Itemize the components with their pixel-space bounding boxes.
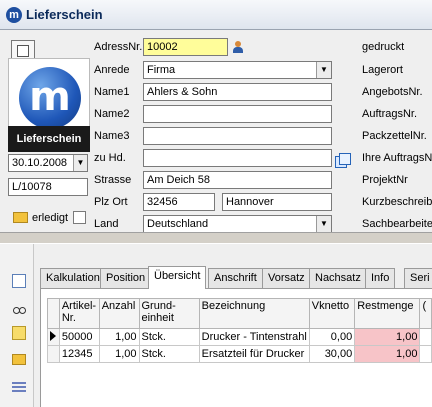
- row-selector[interactable]: [47, 328, 60, 346]
- erledigt-label: erledigt: [32, 212, 69, 224]
- document-header-form: m Lieferschein 30.10.2008 ▼ L/10078 erle…: [0, 30, 432, 233]
- name3-field[interactable]: [143, 127, 332, 145]
- column-header-restmenge[interactable]: Restmenge: [354, 298, 421, 329]
- lagerort-label: Lagerort: [362, 64, 403, 76]
- row-selector[interactable]: [47, 345, 60, 363]
- column-header-grundeinheit[interactable]: Grund- einheit: [138, 298, 200, 329]
- column-header-artikel-nr[interactable]: Artikel- Nr.: [58, 298, 100, 329]
- land-value: Deutschland: [147, 218, 209, 230]
- land-label: Land: [94, 218, 119, 230]
- chevron-down-icon[interactable]: ▼: [316, 216, 331, 232]
- positions-table: Artikel- Nr. Anzahl Grund- einheit Bezei…: [47, 298, 432, 363]
- land-select[interactable]: Deutschland ▼: [143, 215, 332, 233]
- column-header-next[interactable]: (: [419, 298, 432, 329]
- app-logo-icon: m: [6, 7, 22, 23]
- name2-label: Name2: [94, 108, 130, 120]
- gedruckt-label: gedruckt: [362, 41, 405, 53]
- anrede-select[interactable]: Firma ▼: [143, 61, 332, 79]
- kurzbeschreibung-label: Kurzbeschreib: [362, 196, 432, 208]
- zu-hd-label: zu Hd.: [94, 152, 126, 164]
- cell-next[interactable]: [419, 345, 432, 363]
- document-type-label: Lieferschein: [8, 126, 90, 152]
- cell-restmenge[interactable]: 1,00: [354, 345, 421, 363]
- cell-grundeinheit[interactable]: Stck.: [138, 328, 200, 346]
- strasse-field[interactable]: Am Deich 58: [143, 171, 332, 189]
- scissors-icon[interactable]: [12, 299, 26, 314]
- tab-vorsatz[interactable]: Vorsatz: [262, 268, 311, 288]
- date-select[interactable]: 30.10.2008 ▼: [8, 154, 88, 172]
- tab-serie[interactable]: Seri: [404, 268, 432, 288]
- auftragsnr-label: AuftragsNr.: [362, 108, 418, 120]
- table-row[interactable]: 12345 1,00 Stck. Ersatzteil für Drucker …: [47, 345, 432, 363]
- column-header-bezeichnung[interactable]: Bezeichnung: [198, 298, 310, 329]
- column-header-anzahl[interactable]: Anzahl: [98, 298, 140, 329]
- tab-info[interactable]: Info: [365, 268, 396, 288]
- splitter[interactable]: [0, 232, 432, 244]
- name1-field[interactable]: Ahlers & Sohn: [143, 83, 332, 101]
- title-bar: m Lieferschein: [0, 0, 432, 30]
- positions-grid: Artikel- Nr. Anzahl Grund- einheit Bezei…: [40, 288, 432, 407]
- window-title: Lieferschein: [26, 7, 103, 22]
- cell-anzahl[interactable]: 1,00: [98, 328, 140, 346]
- cell-bezeichnung[interactable]: Ersatzteil für Drucker: [198, 345, 310, 363]
- plz-field[interactable]: 32456: [143, 193, 215, 211]
- tab-nachsatz[interactable]: Nachsatz: [309, 268, 367, 288]
- cell-grundeinheit[interactable]: Stck.: [138, 345, 200, 363]
- cell-vknetto[interactable]: 0,00: [308, 328, 356, 346]
- folder-icon[interactable]: [12, 354, 26, 365]
- current-row-arrow-icon: [50, 330, 56, 341]
- chevron-down-icon[interactable]: ▼: [73, 155, 87, 171]
- folder-icon[interactable]: [13, 212, 28, 223]
- tab-kalkulation[interactable]: Kalkulation: [40, 268, 106, 288]
- logo-m-icon: m: [19, 67, 81, 129]
- angebotsnr-label: AngebotsNr.: [362, 86, 423, 98]
- list-icon[interactable]: [12, 380, 26, 394]
- tab-position[interactable]: Position: [100, 268, 152, 288]
- row-selector-header: [47, 298, 60, 329]
- cell-artikel-nr[interactable]: 12345: [58, 345, 100, 363]
- ort-field[interactable]: Hannover: [222, 193, 332, 211]
- projektnr-label: ProjektNr: [362, 174, 408, 186]
- sachbearbeiter-label: Sachbearbeite: [362, 218, 432, 230]
- cell-artikel-nr[interactable]: 50000: [58, 328, 100, 346]
- packzettelnr-label: PackzettelNr.: [362, 130, 427, 142]
- adressnr-field[interactable]: 10002: [143, 38, 228, 56]
- strasse-label: Strasse: [94, 174, 132, 186]
- action-sidebar: [0, 244, 34, 407]
- table-header-row: Artikel- Nr. Anzahl Grund- einheit Bezei…: [47, 298, 432, 329]
- document-number-field[interactable]: L/10078: [8, 178, 88, 196]
- cell-anzahl[interactable]: 1,00: [98, 345, 140, 363]
- name1-label: Name1: [94, 86, 130, 98]
- chevron-down-icon[interactable]: ▼: [316, 62, 331, 78]
- cell-vknetto[interactable]: 30,00: [308, 345, 356, 363]
- erledigt-checkbox[interactable]: [73, 211, 86, 224]
- new-document-icon[interactable]: [12, 274, 26, 288]
- date-value: 30.10.2008: [12, 157, 68, 169]
- ihre-auftragsnr-label: Ihre AuftragsN: [362, 152, 432, 164]
- copy-icon[interactable]: [335, 153, 351, 168]
- cell-bezeichnung[interactable]: Drucker - Tintenstrahl: [198, 328, 310, 346]
- name3-label: Name3: [94, 130, 130, 142]
- anrede-label: Anrede: [94, 64, 130, 76]
- adressnr-label: AdressNr.: [94, 41, 143, 53]
- zu-hd-field[interactable]: [143, 149, 332, 167]
- cell-next[interactable]: [419, 328, 432, 346]
- tab-uebersicht[interactable]: Übersicht: [148, 266, 207, 289]
- anrede-value: Firma: [147, 64, 176, 76]
- note-icon[interactable]: [12, 326, 26, 340]
- name2-field[interactable]: [143, 105, 332, 123]
- positions-panel: Kalkulation Position Übersicht Anschrift…: [0, 244, 432, 407]
- column-header-vknetto[interactable]: Vknetto: [308, 298, 356, 329]
- cell-restmenge[interactable]: 1,00: [354, 328, 421, 346]
- person-lookup-icon[interactable]: [233, 41, 243, 53]
- plz-ort-label: Plz Ort: [94, 196, 128, 208]
- tab-anschrift[interactable]: Anschrift: [208, 268, 263, 288]
- table-row[interactable]: 50000 1,00 Stck. Drucker - Tintenstrahl …: [47, 328, 432, 346]
